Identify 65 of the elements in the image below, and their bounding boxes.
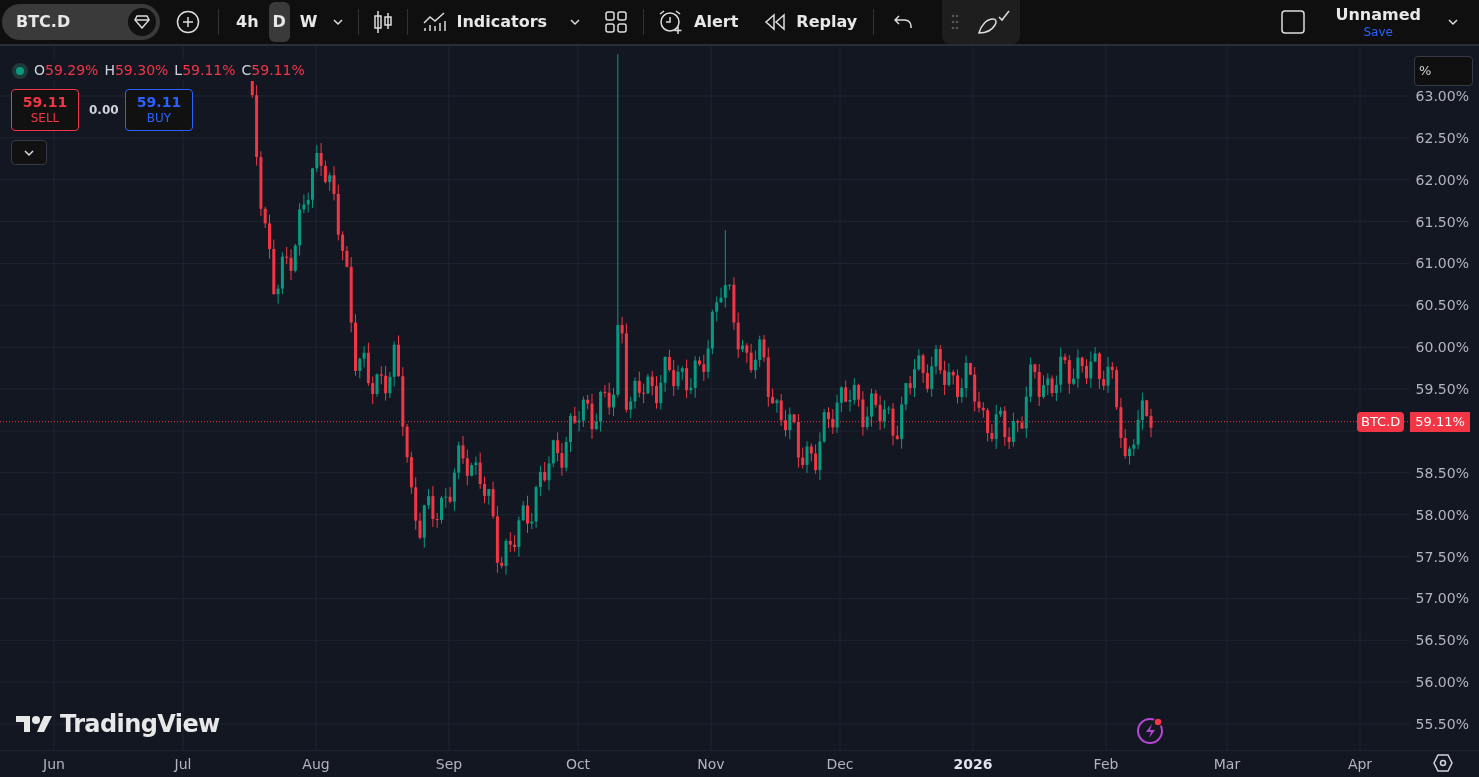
chart-icon <box>422 11 447 33</box>
price-label: 60.50% <box>1415 297 1469 314</box>
ohlc-value: L59.11% <box>174 61 236 80</box>
price-label: 56.50% <box>1415 632 1469 649</box>
price-label: 61.00% <box>1415 255 1469 272</box>
replay-button[interactable]: Replay <box>764 10 858 34</box>
time-label: Jun <box>43 755 65 774</box>
brand-name: TradingView <box>60 709 220 740</box>
alarm-clock-icon <box>658 9 685 35</box>
price-label: 55.50% <box>1415 716 1469 733</box>
price-label: 58.50% <box>1415 464 1469 481</box>
time-label: Nov <box>697 755 725 774</box>
time-label: Dec <box>826 755 854 774</box>
time-label: Apr <box>1347 755 1373 774</box>
drag-handle-icon[interactable] <box>951 14 960 30</box>
price-label: 59.50% <box>1415 381 1469 398</box>
time-label: Sep <box>435 755 463 774</box>
symbol-name: BTC.D <box>16 11 71 33</box>
add-icon[interactable] <box>176 10 200 34</box>
save-link[interactable]: Save <box>1363 25 1393 38</box>
alert-button[interactable]: Alert <box>658 9 739 35</box>
price-label: 57.00% <box>1415 590 1469 607</box>
ohlc-value: O59.29% <box>34 61 99 80</box>
time-label: Feb <box>1093 755 1119 774</box>
interval-tab[interactable]: 4h <box>232 2 263 42</box>
grid-icon[interactable] <box>605 11 628 33</box>
price-label: 61.50% <box>1415 213 1469 230</box>
interval-tab[interactable]: W <box>295 2 322 42</box>
settings-icon[interactable] <box>1433 754 1453 772</box>
price-label: 57.50% <box>1415 548 1469 565</box>
undo-icon[interactable] <box>894 15 913 29</box>
square-icon[interactable] <box>1281 10 1306 34</box>
price-label: 56.00% <box>1415 674 1469 691</box>
time-label: Aug <box>302 755 330 774</box>
drawing-toolbar[interactable] <box>942 0 1021 44</box>
ohlc-value: H59.30% <box>104 61 169 80</box>
indicators-button[interactable]: Indicators <box>422 10 548 34</box>
time-label: Mar <box>1213 755 1241 774</box>
price-label: 62.00% <box>1415 171 1469 188</box>
logo-icon <box>16 714 54 734</box>
chevron-down-icon[interactable] <box>1447 18 1459 26</box>
lightning-icon[interactable] <box>1136 715 1166 745</box>
time-label: 2026 <box>953 755 993 774</box>
price-label: 58.00% <box>1415 506 1469 523</box>
interval-tab[interactable]: D <box>268 2 290 42</box>
symbol-search[interactable]: BTC.D <box>2 4 160 40</box>
time-label: Jul <box>174 755 192 774</box>
chevron-down-icon <box>23 148 35 157</box>
sell-button[interactable]: 59.11 SELL <box>11 89 79 131</box>
scale-mode-button[interactable]: % <box>1414 56 1473 86</box>
buy-button[interactable]: 59.11 BUY <box>125 89 193 131</box>
brush-icon[interactable] <box>977 9 1012 35</box>
price-label: 63.00% <box>1415 88 1469 104</box>
ohlc-value: C59.11% <box>241 61 305 80</box>
price-label: 62.50% <box>1415 129 1469 146</box>
candles-icon[interactable] <box>373 9 394 35</box>
layout-name: Unnamed <box>1335 6 1421 23</box>
layout-button[interactable]: Unnamed Save <box>1335 6 1421 38</box>
chevron-down-icon[interactable] <box>332 18 345 26</box>
chevron-down-icon[interactable] <box>569 18 582 26</box>
rewind-icon <box>764 13 787 31</box>
collapse-button[interactable] <box>11 140 47 165</box>
time-label: Oct <box>565 755 591 774</box>
price-label: 60.00% <box>1415 339 1469 356</box>
current-price-label: 59.11% <box>1410 411 1470 432</box>
